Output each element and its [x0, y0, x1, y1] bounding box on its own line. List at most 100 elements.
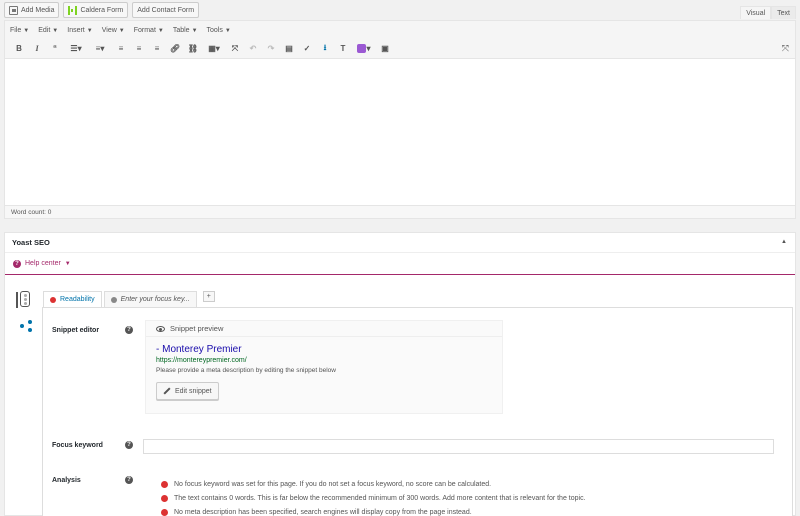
tab-readability-label: Readability — [60, 296, 95, 303]
keyboard-icon[interactable]: ▤ — [280, 41, 298, 57]
menu-tools[interactable]: Tools ▼ — [207, 27, 231, 34]
editor-body[interactable] — [5, 59, 795, 205]
share-icon[interactable] — [20, 320, 32, 332]
list-item: The text contains 0 words. This is far b… — [161, 491, 586, 505]
chevron-down-icon: ▼ — [23, 27, 30, 34]
caldera-form-label: Caldera Form — [80, 6, 124, 14]
help-center[interactable]: ? Help center ▼ — [5, 253, 795, 275]
snippet-url[interactable]: https://montereypremier.com/ — [156, 357, 247, 364]
help-icon[interactable]: ? — [125, 441, 133, 449]
tab-readability[interactable]: Readability — [43, 291, 102, 307]
media-buttons: Add Media Caldera Form Add Contact Form — [4, 2, 200, 18]
yoast-seo-panel: Yoast SEO ▲ ? Help center ▼ Readability … — [4, 232, 796, 516]
distraction-free-icon[interactable]: ⤧ — [782, 43, 789, 54]
edit-snippet-button[interactable]: Edit snippet — [156, 382, 219, 400]
collapse-icon[interactable]: ▲ — [781, 239, 787, 245]
menu-view-label: View — [101, 26, 117, 34]
snippet-editor-label: Snippet editor — [52, 327, 100, 334]
help-icon[interactable]: ? — [125, 326, 133, 334]
focus-keyword-input[interactable] — [143, 439, 774, 454]
menu-file-label: File — [10, 26, 22, 34]
editor-menubar: File ▼ Edit ▼ Insert ▼ View ▼ Format ▼ Table ▼… — [5, 21, 795, 39]
chevron-down-icon: ▼ — [64, 260, 71, 267]
unlink-icon[interactable]: ⛓︎ — [184, 41, 202, 57]
tab-focus-keyword-label: Enter your focus key... — [120, 296, 190, 303]
paste-text-icon[interactable]: T — [334, 41, 352, 57]
help-icon[interactable]: ? — [125, 476, 133, 484]
list-item: No focus keyword was set for this page. … — [161, 477, 586, 491]
chevron-down-icon: ▼ — [52, 27, 59, 34]
download-icon[interactable]: ⭳ — [316, 41, 334, 57]
status-dot-icon — [50, 296, 56, 303]
status-dot-icon — [110, 296, 117, 303]
blockquote-icon[interactable]: “ — [46, 41, 64, 57]
align-right-icon[interactable]: ≡ — [148, 41, 166, 57]
add-contact-form-label: Add Contact Form — [137, 6, 195, 14]
eye-icon — [156, 325, 165, 332]
caldera-icon — [68, 5, 78, 15]
add-contact-form-button[interactable]: Add Contact Form — [132, 2, 200, 18]
snippet-preview-header: Snippet preview — [146, 321, 502, 337]
focus-keyword-label: Focus keyword — [52, 442, 103, 449]
analysis-text: The text contains 0 words. This is far b… — [174, 494, 586, 502]
analysis-text: No meta description has been specified, … — [174, 508, 472, 516]
caldera-form-button[interactable]: Caldera Form — [63, 2, 129, 18]
menu-insert-label: Insert — [67, 26, 85, 34]
snippet-preview: Snippet preview - Monterey Premier https… — [145, 320, 503, 414]
link-icon[interactable]: 🔗︎ — [166, 41, 184, 57]
yoast-title: Yoast SEO — [12, 238, 50, 247]
word-count: Word count: 0 — [5, 205, 795, 218]
bullet-list-icon[interactable]: ☰▾ — [64, 41, 88, 57]
align-center-icon[interactable]: ≡ — [130, 41, 148, 57]
menu-view[interactable]: View ▼ — [102, 27, 125, 34]
help-icon: ? — [13, 259, 21, 268]
color-icon[interactable]: ▾ — [352, 41, 376, 57]
chevron-down-icon: ▼ — [157, 27, 164, 34]
menu-insert[interactable]: Insert ▼ — [67, 27, 92, 34]
italic-icon[interactable]: I — [28, 41, 46, 57]
editor-mode-tabs: Visual Text — [740, 6, 796, 19]
menu-edit[interactable]: Edit ▼ — [38, 27, 58, 34]
redo-icon[interactable]: ↷ — [262, 41, 280, 57]
menu-tools-label: Tools — [206, 26, 223, 34]
add-media-label: Add Media — [21, 6, 55, 14]
chevron-down-icon: ▼ — [86, 27, 93, 34]
align-left-icon[interactable]: ≡ — [112, 41, 130, 57]
grid-icon[interactable]: ▣ — [376, 41, 394, 57]
yoast-content: Snippet editor ? Snippet preview - Monte… — [42, 307, 793, 516]
traffic-light-icon[interactable] — [16, 291, 30, 308]
spellcheck-icon[interactable]: ✓ — [298, 41, 316, 57]
yoast-header[interactable]: Yoast SEO ▲ — [5, 233, 795, 253]
analysis-label: Analysis — [52, 477, 81, 484]
add-media-button[interactable]: Add Media — [4, 2, 60, 18]
edit-snippet-label: Edit snippet — [175, 387, 212, 395]
snippet-preview-title: Snippet preview — [170, 324, 224, 333]
pencil-icon — [163, 387, 171, 395]
yoast-side-nav — [13, 291, 35, 332]
chevron-down-icon: ▼ — [118, 27, 125, 34]
menu-table-label: Table — [172, 26, 190, 34]
menu-format[interactable]: Format ▼ — [134, 27, 164, 34]
table-icon[interactable]: ▦▾ — [202, 41, 226, 57]
tab-text[interactable]: Text — [771, 6, 796, 19]
chevron-down-icon: ▼ — [224, 27, 231, 34]
tab-visual[interactable]: Visual — [740, 6, 772, 19]
add-keyword-tab-button[interactable]: + — [202, 291, 215, 302]
fullscreen-icon[interactable]: ⤧ — [226, 41, 244, 57]
chevron-down-icon: ▼ — [191, 27, 198, 34]
numbered-list-icon[interactable]: ≡▾ — [88, 41, 112, 57]
content-editor: File ▼ Edit ▼ Insert ▼ View ▼ Format ▼ Table ▼… — [4, 20, 796, 219]
snippet-description[interactable]: Please provide a meta description by edi… — [156, 367, 336, 374]
analysis-text: No focus keyword was set for this page. … — [174, 480, 492, 488]
snippet-title[interactable]: - Monterey Premier — [156, 344, 242, 355]
editor-toolbar: B I “ ☰▾ ≡▾ ≡ ≡ ≡ 🔗︎ ⛓︎ ▦▾ ⤧ ↶ ↷ ▤ ✓ ⭳ T… — [5, 39, 795, 59]
tab-focus-keyword[interactable]: Enter your focus key... — [103, 291, 197, 307]
bold-icon[interactable]: B — [10, 41, 28, 57]
undo-icon[interactable]: ↶ — [244, 41, 262, 57]
menu-format-label: Format — [133, 26, 156, 34]
bad-status-icon — [161, 494, 168, 502]
bad-status-icon — [161, 480, 168, 488]
menu-file[interactable]: File ▼ — [10, 27, 29, 34]
menu-table[interactable]: Table ▼ — [173, 27, 198, 34]
bad-status-icon — [161, 508, 168, 516]
